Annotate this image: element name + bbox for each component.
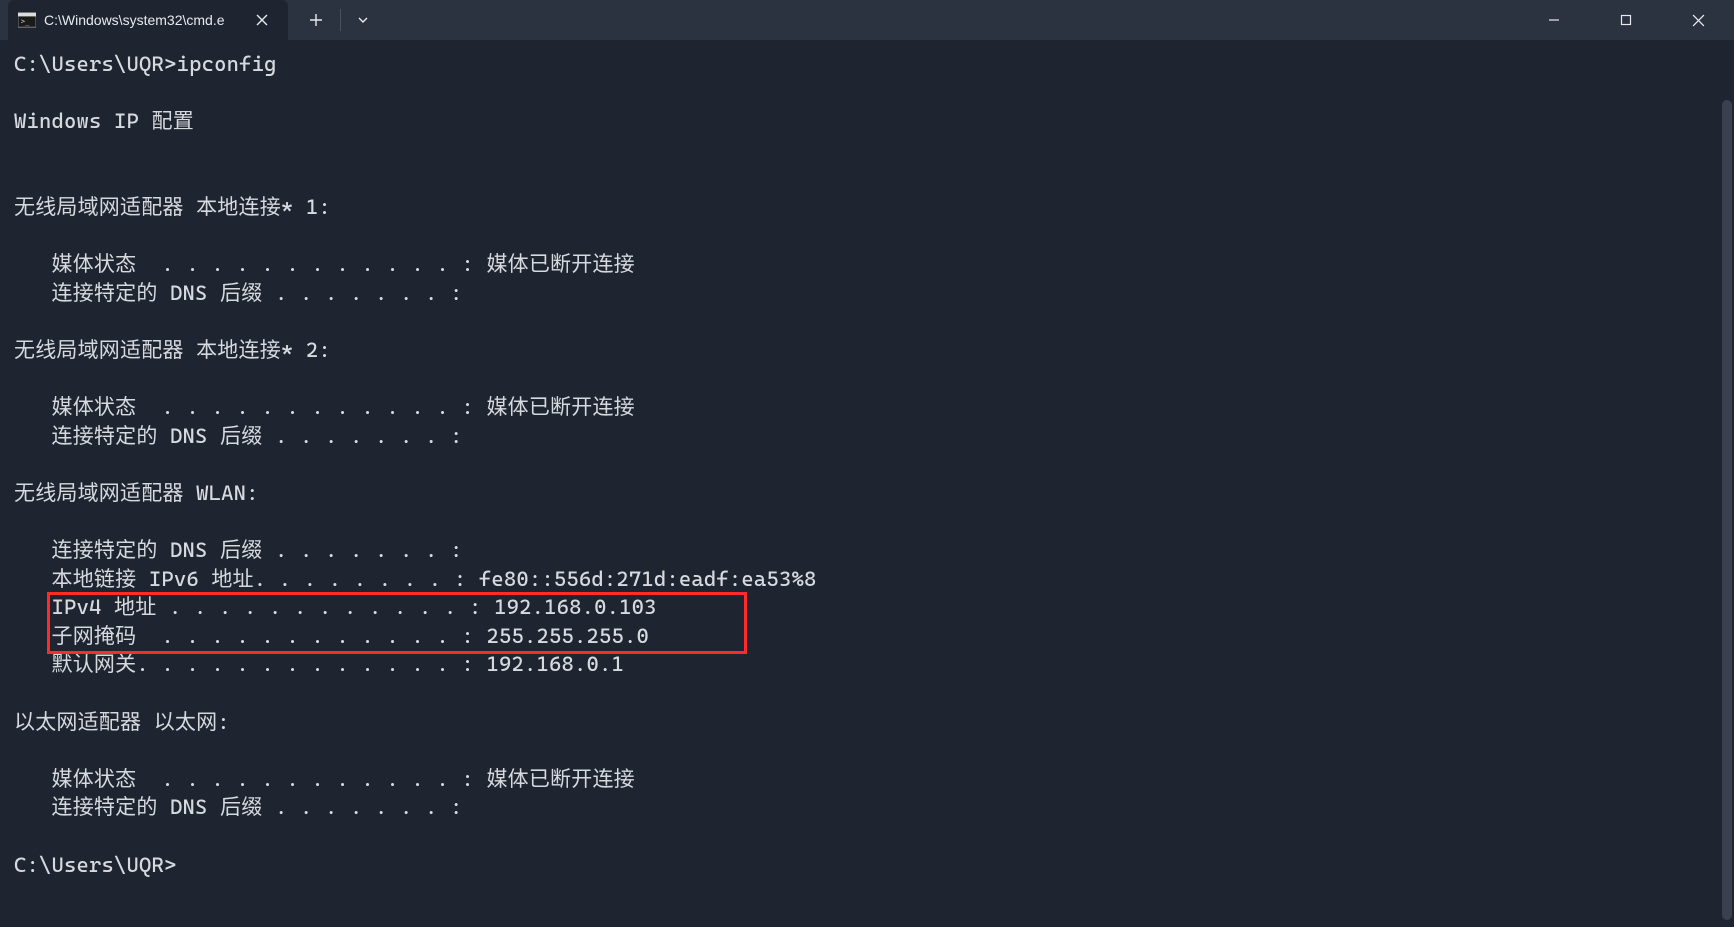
terminal-window: >_ C:\Windows\system32\cmd.e (0, 0, 1734, 927)
adapter3-dns: 连接特定的 DNS 后缀 . . . . . . . : (14, 538, 463, 562)
tab-close-button[interactable] (248, 6, 276, 34)
tab-dropdown-button[interactable] (343, 0, 383, 40)
terminal-area[interactable]: C:\Users\UQR>ipconfig Windows IP 配置 无线局域… (0, 40, 1734, 927)
prompt-line: C:\Users\UQR> (14, 853, 177, 877)
ip-config-header: Windows IP 配置 (14, 109, 194, 133)
adapter1-dns: 连接特定的 DNS 后缀 . . . . . . . : (14, 281, 463, 305)
divider (340, 9, 341, 31)
adapter4-title: 以太网适配器 以太网: (14, 710, 230, 734)
titlebar[interactable]: >_ C:\Windows\system32\cmd.e (0, 0, 1734, 40)
svg-text:>_: >_ (21, 17, 30, 26)
tab-title: C:\Windows\system32\cmd.e (44, 12, 240, 28)
adapter3-title: 无线局域网适配器 WLAN: (14, 481, 259, 505)
adapter2-media: 媒体状态 . . . . . . . . . . . . : 媒体已断开连接 (14, 395, 635, 419)
adapter3-ipv6: 本地链接 IPv6 地址. . . . . . . . : fe80::556d… (14, 567, 816, 591)
adapter4-dns: 连接特定的 DNS 后缀 . . . . . . . : (14, 795, 463, 819)
adapter4-media: 媒体状态 . . . . . . . . . . . . : 媒体已断开连接 (14, 767, 635, 791)
cmd-icon: >_ (18, 12, 36, 28)
adapter2-title: 无线局域网适配器 本地连接* 2: (14, 338, 331, 362)
window-controls (1518, 0, 1734, 40)
terminal-output: C:\Users\UQR>ipconfig Windows IP 配置 无线局域… (14, 50, 1720, 879)
prompt-line: C:\Users\UQR>ipconfig (14, 52, 277, 76)
adapter1-title: 无线局域网适配器 本地连接* 1: (14, 195, 331, 219)
adapter3-subnet: 子网掩码 . . . . . . . . . . . . : 255.255.2… (14, 624, 649, 648)
maximize-button[interactable] (1590, 0, 1662, 40)
tab-active[interactable]: >_ C:\Windows\system32\cmd.e (8, 0, 288, 40)
adapter3-gateway: 默认网关. . . . . . . . . . . . . : 192.168.… (14, 652, 624, 676)
adapter2-dns: 连接特定的 DNS 后缀 . . . . . . . : (14, 424, 463, 448)
minimize-button[interactable] (1518, 0, 1590, 40)
scrollbar[interactable] (1722, 100, 1732, 920)
new-tab-button[interactable] (294, 0, 338, 40)
close-button[interactable] (1662, 0, 1734, 40)
adapter3-ipv4: IPv4 地址 . . . . . . . . . . . . : 192.16… (14, 595, 657, 619)
adapter1-media: 媒体状态 . . . . . . . . . . . . : 媒体已断开连接 (14, 252, 635, 276)
